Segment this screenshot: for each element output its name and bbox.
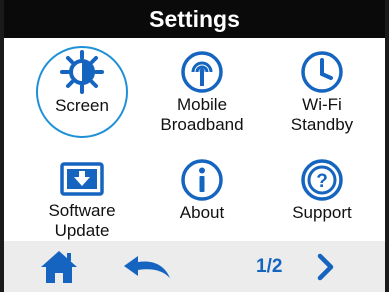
device-screen: Settings Screen Mobile Broadband Wi-Fi S… <box>0 0 389 292</box>
download-icon <box>60 162 104 196</box>
menu-item-label: About <box>179 203 225 222</box>
menu-item-label: Wi-Fi Standby <box>290 95 354 134</box>
menu-item-label: Screen <box>55 96 109 115</box>
page-title: Settings <box>149 5 240 32</box>
menu-item-support[interactable]: ? Support <box>262 158 382 223</box>
home-icon <box>41 251 77 283</box>
brightness-icon <box>60 50 104 94</box>
clock-icon <box>301 51 343 93</box>
menu-item-mobile-broadband[interactable]: Mobile Broadband <box>142 50 262 135</box>
bottom-nav-bar: 1/2 <box>4 241 385 292</box>
menu-item-label: Support <box>292 203 352 222</box>
menu-item-label: Software Update <box>48 201 116 240</box>
title-bar: Settings <box>4 0 385 38</box>
help-icon: ? <box>301 159 343 201</box>
menu-item-software-update[interactable]: Software Update <box>22 160 142 241</box>
menu-item-screen[interactable]: Screen <box>22 50 142 116</box>
back-button[interactable] <box>122 254 172 280</box>
info-icon <box>181 159 223 201</box>
chevron-right-icon <box>317 253 334 281</box>
menu-item-wifi-standby[interactable]: Wi-Fi Standby <box>262 50 382 135</box>
antenna-icon <box>181 51 223 93</box>
menu-item-label: Mobile Broadband <box>160 95 244 134</box>
back-arrow-icon <box>124 256 170 278</box>
svg-text:?: ? <box>316 171 328 192</box>
next-page-button[interactable] <box>317 253 335 281</box>
home-button[interactable] <box>40 250 78 284</box>
page-indicator: 1/2 <box>256 256 283 277</box>
menu-item-about[interactable]: About <box>142 158 262 223</box>
